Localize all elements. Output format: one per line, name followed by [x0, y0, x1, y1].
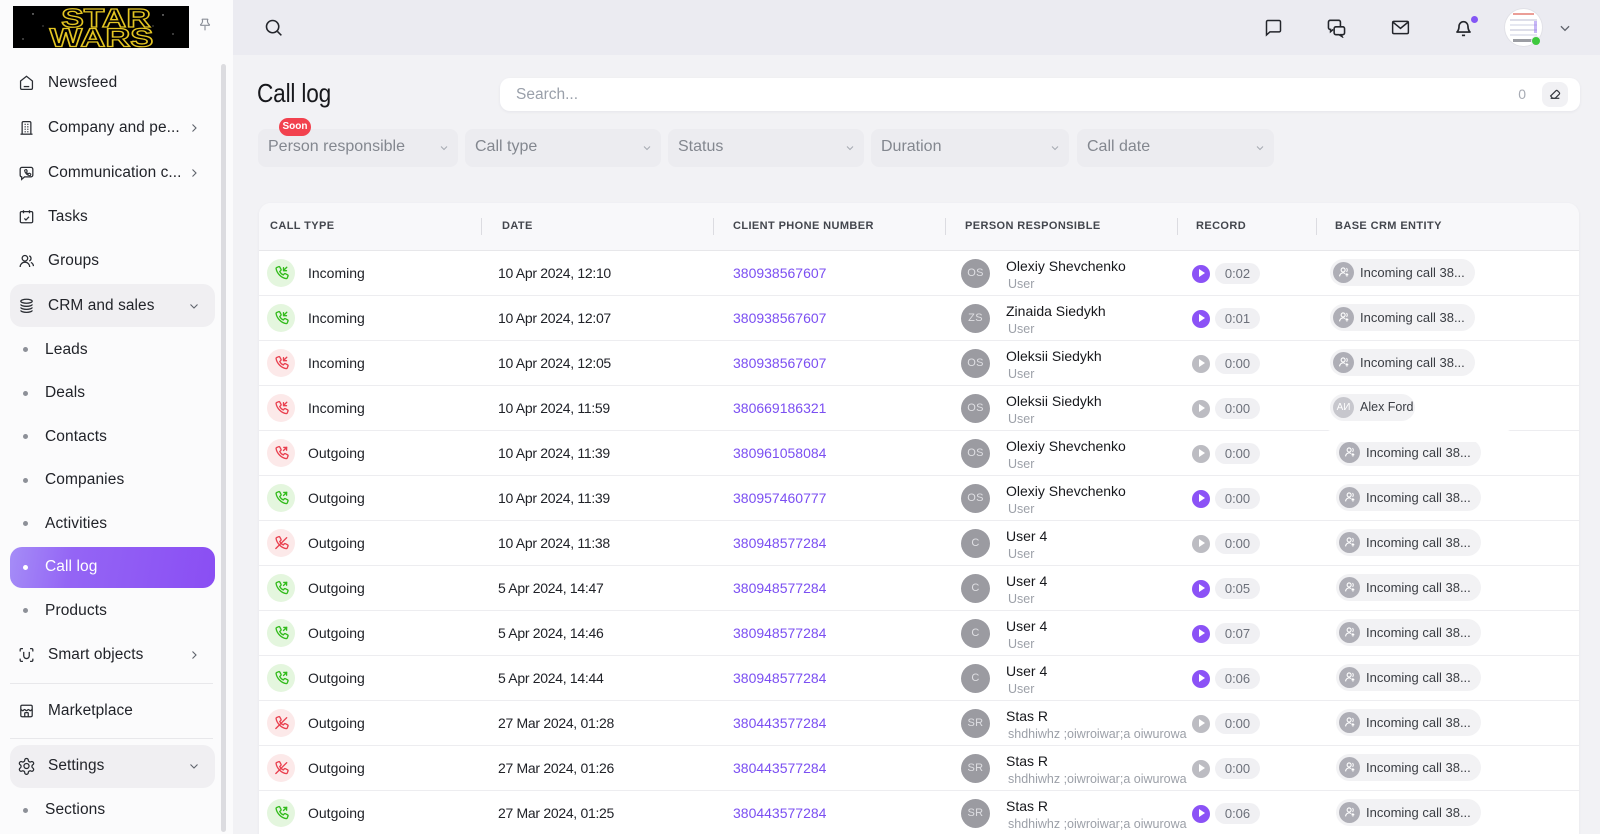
- svg-text:WARS: WARS: [50, 24, 154, 48]
